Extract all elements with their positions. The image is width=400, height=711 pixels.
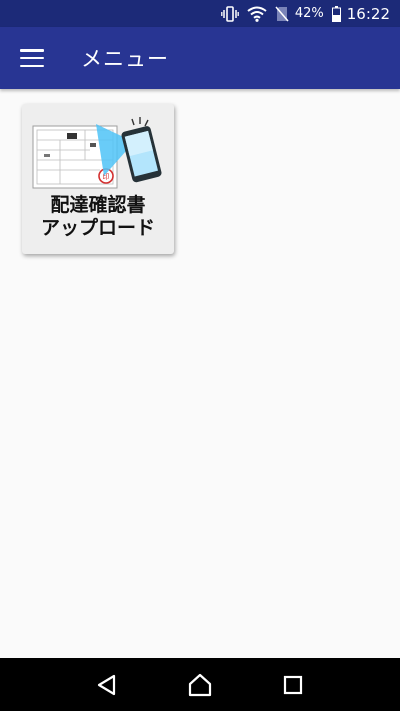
battery-percent: 42%	[294, 6, 324, 21]
tile-label-line2: アップロード	[40, 217, 155, 239]
back-icon[interactable]	[87, 665, 127, 705]
home-icon[interactable]	[180, 665, 220, 705]
page-title: メニュー	[81, 47, 169, 71]
system-nav-bar	[0, 658, 400, 711]
recents-icon[interactable]	[273, 665, 313, 705]
status-bar: 42% 16:22	[0, 0, 400, 27]
clock: 16:22	[346, 4, 390, 23]
tile-label: 配達確認書 アップロード	[22, 194, 174, 240]
document-scan-phone-icon: 印	[30, 116, 166, 198]
hamburger-menu-icon[interactable]	[20, 49, 44, 67]
app-bar: メニュー	[0, 27, 400, 89]
delivery-confirmation-upload-button[interactable]: 印 配達確認書 アップロード	[22, 104, 174, 254]
svg-text:印: 印	[103, 173, 110, 181]
no-sim-icon	[275, 5, 289, 23]
battery-icon	[331, 5, 341, 23]
vibrate-icon	[221, 5, 239, 23]
wifi-icon	[247, 5, 267, 23]
tile-label-line1: 配達確認書	[50, 194, 146, 216]
